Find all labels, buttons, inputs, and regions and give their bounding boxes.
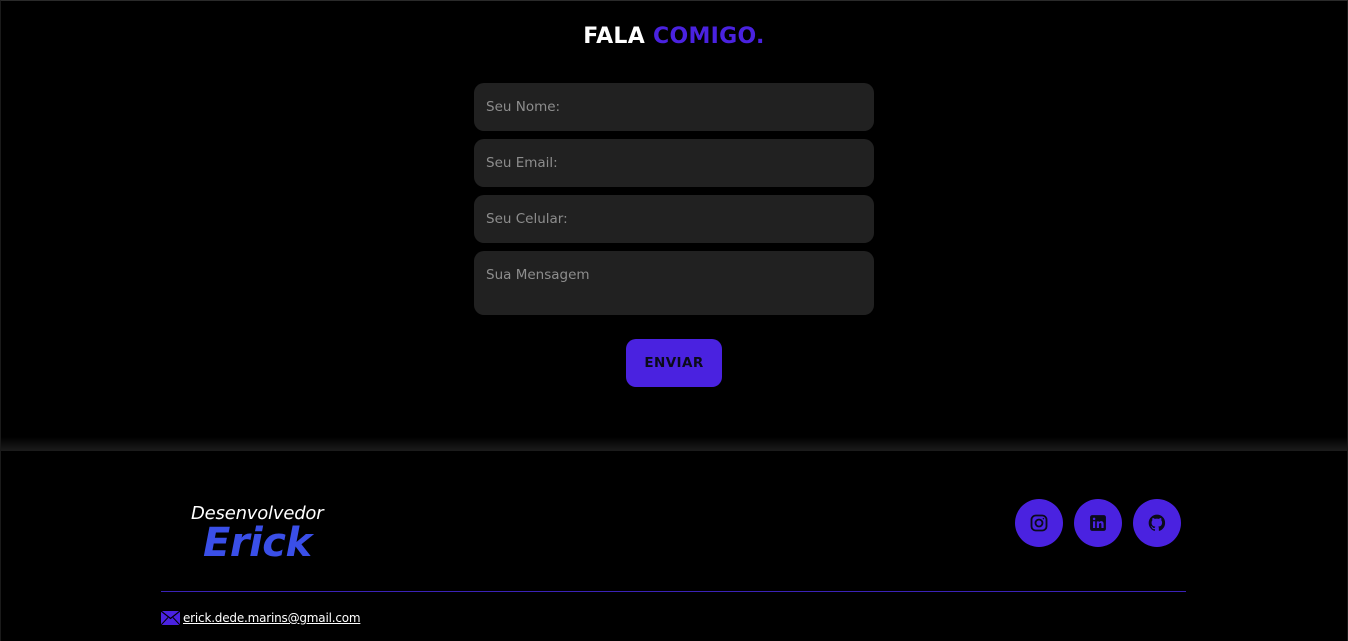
logo-name: Erick [203, 520, 312, 566]
send-button-wrapper: ENVIAR [626, 339, 722, 387]
email-link[interactable]: erick.dede.marins@gmail.com [183, 611, 361, 625]
github-icon [1147, 513, 1167, 533]
social-links [1015, 499, 1181, 547]
section-divider [1, 437, 1347, 451]
phone-field[interactable] [474, 195, 874, 243]
contact-title: FALA COMIGO. [1, 24, 1347, 49]
message-field[interactable] [474, 251, 874, 315]
logo[interactable]: Desenvolvedor Erick [191, 503, 331, 566]
instagram-link[interactable] [1015, 499, 1063, 547]
mail-icon [161, 611, 180, 625]
contact-section: FALA COMIGO. ENVIAR [1, 1, 1347, 437]
contact-form [474, 83, 874, 323]
email-field[interactable] [474, 139, 874, 187]
contact-title-main: FALA [583, 24, 646, 49]
footer: Desenvolvedor Erick erick.dede.marins@gm… [1, 451, 1347, 641]
name-field[interactable] [474, 83, 874, 131]
send-button[interactable]: ENVIAR [626, 339, 722, 387]
instagram-icon [1029, 513, 1049, 533]
linkedin-link[interactable] [1074, 499, 1122, 547]
linkedin-icon [1088, 513, 1108, 533]
email-row: erick.dede.marins@gmail.com [161, 611, 361, 625]
contact-title-accent: COMIGO. [653, 24, 765, 49]
github-link[interactable] [1133, 499, 1181, 547]
footer-divider [161, 591, 1186, 592]
page: FALA COMIGO. ENVIAR Desenvolvedor Erick [0, 0, 1348, 641]
